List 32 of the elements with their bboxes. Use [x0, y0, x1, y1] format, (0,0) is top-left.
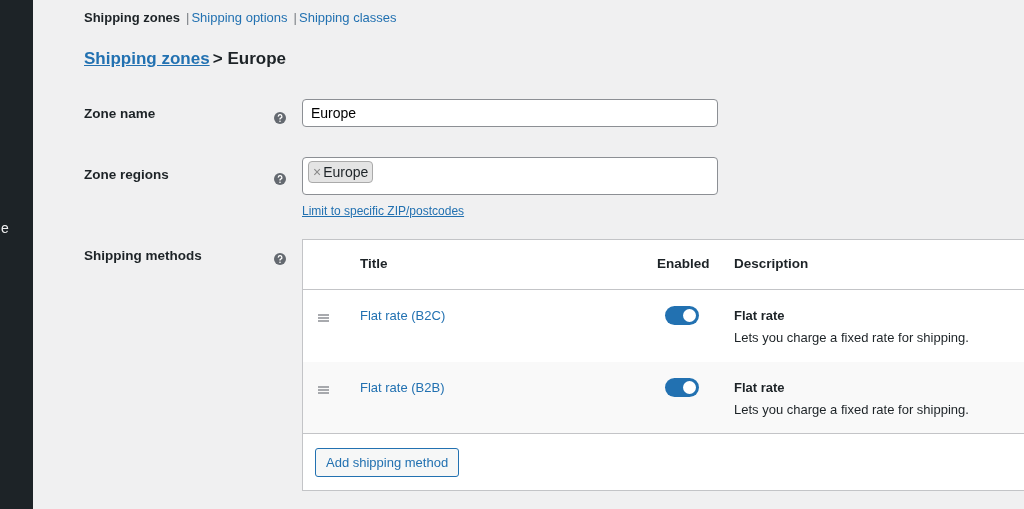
breadcrumb-current: > Europe	[212, 47, 287, 70]
subnav-link[interactable]: Shipping options	[191, 8, 288, 28]
drag-handle-icon[interactable]	[318, 386, 329, 395]
column-header: Enabled	[657, 255, 710, 271]
region-tag[interactable]: ×Europe	[308, 161, 374, 183]
postcode-link[interactable]: Limit to specific ZIP/postcodes	[302, 202, 465, 220]
sidebar-item[interactable]: e	[1, 218, 33, 239]
method-title-link[interactable]: Flat rate (B2C)	[360, 307, 446, 323]
drag-handle-icon[interactable]	[318, 314, 329, 323]
help-icon[interactable]	[274, 172, 286, 185]
column-header: Description	[734, 255, 809, 271]
field-label: Shipping methods	[84, 247, 202, 263]
method-description: Lets you charge a fixed rate for shipping.	[734, 401, 969, 419]
separator: |	[186, 9, 190, 27]
breadcrumb-link[interactable]: Shipping zones	[84, 45, 210, 71]
method-name: Flat rate	[734, 378, 786, 397]
zone-name-field[interactable]: Europe	[302, 99, 718, 127]
zone-regions-field[interactable]: ×Europe	[302, 157, 718, 195]
field-label: Zone regions	[84, 167, 169, 182]
help-icon[interactable]	[274, 111, 286, 124]
method-title-link[interactable]: Flat rate (B2B)	[360, 379, 445, 395]
add-method-button[interactable]: Add shipping method	[315, 447, 460, 477]
subnav-link[interactable]: Shipping zones	[84, 8, 181, 28]
enabled-toggle[interactable]	[665, 305, 699, 325]
method-description: Lets you charge a fixed rate for shipping.	[734, 329, 969, 347]
method-name: Flat rate	[734, 306, 786, 325]
help-icon[interactable]	[274, 253, 286, 266]
field-label: Zone name	[84, 106, 156, 121]
separator: |	[293, 9, 297, 27]
subnav-link[interactable]: Shipping classes	[299, 8, 397, 28]
enabled-toggle[interactable]	[665, 377, 699, 397]
column-header: Title	[360, 255, 388, 271]
